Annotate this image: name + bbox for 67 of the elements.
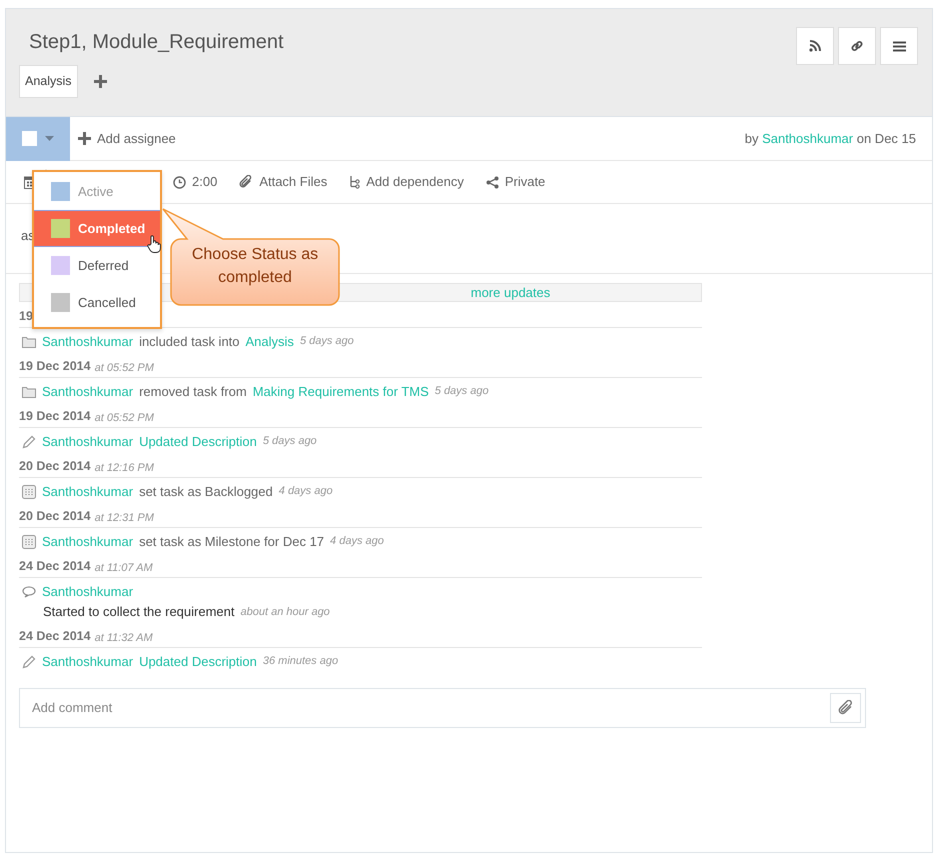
link-icon[interactable]	[838, 27, 876, 65]
activity-link[interactable]: Updated Description	[139, 652, 257, 672]
relative-time: 4 days ago	[278, 484, 333, 500]
comment-box[interactable]: Add comment	[19, 688, 866, 728]
task-title: Step1, Module_Requirement	[29, 30, 284, 55]
activity-link[interactable]: Making Requirements for TMS	[252, 382, 429, 402]
share-icon	[486, 176, 499, 188]
relative-time: 5 days ago	[262, 434, 317, 450]
activity-link[interactable]: Santhoshkumar	[42, 432, 134, 452]
activity-link[interactable]: Santhoshkumar	[42, 332, 134, 352]
folder-icon	[22, 336, 36, 348]
time-button[interactable]: 2:00	[173, 172, 218, 192]
activity-date: 19 Dec 2014	[19, 358, 91, 376]
activity-time: at 05:52 PM	[94, 360, 154, 376]
activity-text: set task as Milestone for Dec 17	[139, 532, 324, 551]
activity-date: 24 Dec 2014	[19, 558, 91, 576]
paperclip-icon	[239, 175, 254, 189]
activity-date: 19 Dec 2014	[19, 408, 91, 426]
pencil-icon	[22, 434, 36, 448]
activity-date: 20 Dec 2014	[19, 458, 91, 476]
menu-icon[interactable]	[880, 27, 918, 65]
activity-date: 20 Dec 2014	[19, 508, 91, 526]
activity-link[interactable]: Santhoshkumar	[42, 582, 134, 602]
calendar-icon	[22, 534, 36, 548]
folder-icon	[22, 386, 36, 398]
attach-icon[interactable]	[830, 693, 861, 723]
relative-time: 5 days ago	[300, 334, 354, 350]
branch-icon	[349, 175, 360, 189]
rss-icon[interactable]	[796, 27, 834, 65]
status-checkbox[interactable]	[22, 131, 37, 146]
relative-time: about an hour ago	[240, 604, 330, 620]
activity-link[interactable]: Santhoshkumar	[42, 482, 134, 502]
activity-link[interactable]: Analysis	[246, 332, 294, 352]
pencil-icon	[22, 654, 36, 668]
calendar-icon	[22, 484, 36, 498]
activity-time: at 11:32 AM	[94, 630, 153, 646]
activity-time: at 05:52 PM	[94, 410, 154, 426]
relative-time: 4 days ago	[330, 534, 384, 550]
status-option[interactable]: Cancelled	[34, 284, 160, 321]
comment-text: Started to collect the requirement	[43, 603, 234, 622]
activity-time: at 11:07 AM	[94, 560, 153, 576]
add-dependency-button[interactable]: Add dependency	[349, 172, 464, 192]
activity-date: 24 Dec 2014	[19, 628, 91, 646]
status-option[interactable]: Deferred	[34, 247, 160, 284]
activity-time: at 12:31 PM	[94, 510, 154, 526]
activity-text: removed task from	[139, 382, 247, 401]
activity-time: at 12:16 PM	[94, 460, 154, 476]
activity-link[interactable]: Santhoshkumar	[42, 382, 134, 402]
activity-link[interactable]: Santhoshkumar	[42, 532, 134, 552]
relative-time: 36 minutes ago	[262, 654, 338, 670]
activity-text: set task as Backlogged	[139, 482, 273, 501]
speech-bubble-icon	[22, 586, 36, 598]
activity-text: included task into	[139, 332, 240, 351]
status-option[interactable]: Completed	[34, 210, 160, 247]
author-line: by Santhoshkumar on Dec 15	[744, 130, 916, 148]
plus-icon	[78, 132, 91, 145]
activity-link[interactable]: Updated Description	[139, 432, 257, 452]
attach-files-button[interactable]: Attach Files	[239, 172, 328, 192]
caret-icon	[45, 136, 54, 141]
activity-link[interactable]: Santhoshkumar	[42, 652, 134, 672]
activity-date: 19	[19, 308, 33, 326]
add-assignee-button[interactable]: Add assignee	[78, 128, 176, 148]
tag-label[interactable]: Analysis	[19, 65, 78, 98]
clock-icon	[173, 176, 186, 188]
private-button[interactable]: Private	[486, 172, 546, 192]
add-tag-icon[interactable]	[94, 74, 107, 88]
relative-time: 5 days ago	[434, 384, 489, 400]
